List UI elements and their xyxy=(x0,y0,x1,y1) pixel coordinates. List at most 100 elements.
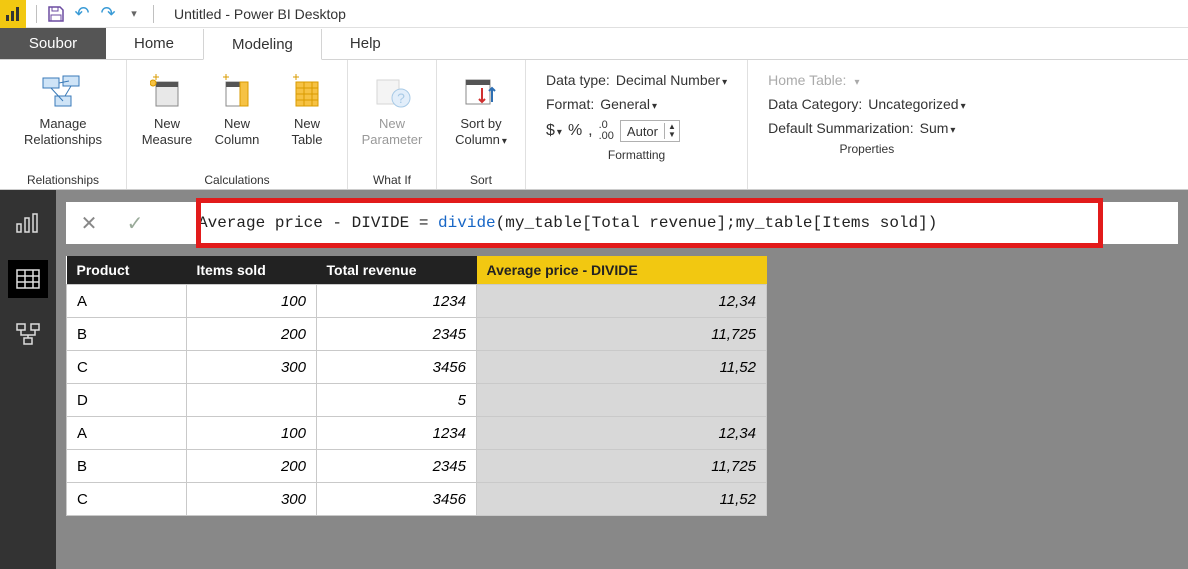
table-row[interactable]: A100123412,34 xyxy=(67,285,767,318)
tab-help[interactable]: Help xyxy=(322,28,410,59)
default-summarization-label: Default Summarization: xyxy=(768,120,914,136)
canvas: ✕ ✓ Average price - DIVIDE = divide(my_t… xyxy=(56,190,1188,569)
data-category-value: Uncategorized xyxy=(868,96,965,112)
cell-product[interactable]: B xyxy=(67,318,187,351)
cell-total-revenue[interactable]: 2345 xyxy=(317,318,477,351)
data-type-value: Decimal Number xyxy=(616,72,727,88)
table-row[interactable]: A100123412,34 xyxy=(67,417,767,450)
new-table-button[interactable]: New Table xyxy=(275,64,339,147)
formula-commit[interactable]: ✓ xyxy=(112,211,158,236)
cell-items-sold[interactable]: 100 xyxy=(187,417,317,450)
group-relationships-label: Relationships xyxy=(27,171,99,187)
new-column-button[interactable]: New Column xyxy=(205,64,269,147)
new-column-label: New Column xyxy=(215,116,260,147)
cell-items-sold[interactable]: 300 xyxy=(187,351,317,384)
nav-model-view[interactable] xyxy=(8,316,48,354)
formula-function: divide xyxy=(438,214,496,232)
col-header-total-revenue[interactable]: Total revenue xyxy=(317,256,477,285)
redo-button[interactable]: ↷ xyxy=(97,3,119,25)
data-type-dropdown[interactable]: Data type: Decimal Number xyxy=(546,72,727,88)
manage-relationships-button[interactable]: Manage Relationships xyxy=(8,64,118,147)
format-value: General xyxy=(600,96,657,112)
save-button[interactable] xyxy=(45,3,67,25)
data-type-label: Data type: xyxy=(546,72,610,88)
cell-average-price[interactable]: 11,725 xyxy=(477,318,767,351)
table-row[interactable]: B200234511,725 xyxy=(67,318,767,351)
cell-product[interactable]: C xyxy=(67,351,187,384)
decimals-icon[interactable]: .0.00 xyxy=(599,120,614,142)
spinner-down[interactable]: ▼ xyxy=(665,131,679,139)
cell-average-price[interactable]: 11,725 xyxy=(477,450,767,483)
tab-home[interactable]: Home xyxy=(106,28,203,59)
formula-bar-wrap: ✕ ✓ Average price - DIVIDE = divide(my_t… xyxy=(56,190,1188,256)
cell-average-price[interactable]: 11,52 xyxy=(477,483,767,516)
data-category-dropdown[interactable]: Data Category: Uncategorized xyxy=(768,96,965,112)
currency-button[interactable]: $ xyxy=(546,122,562,140)
ribbon: Manage Relationships Relationships New M… xyxy=(0,60,1188,190)
title-bar: ↶ ↷ ▾ Untitled - Power BI Desktop xyxy=(0,0,1188,28)
cell-average-price[interactable]: 12,34 xyxy=(477,417,767,450)
table-row[interactable]: C300345611,52 xyxy=(67,483,767,516)
cell-product[interactable]: A xyxy=(67,285,187,318)
new-parameter-label: New Parameter xyxy=(362,116,423,147)
table-row[interactable]: C300345611,52 xyxy=(67,351,767,384)
left-nav xyxy=(0,190,56,569)
formula-text[interactable]: Average price - DIVIDE = divide(my_table… xyxy=(158,214,937,232)
col-header-average-price[interactable]: Average price - DIVIDE xyxy=(477,256,767,285)
decimals-spinner[interactable]: Autor ▲▼ xyxy=(620,120,680,142)
cell-total-revenue[interactable]: 1234 xyxy=(317,285,477,318)
sort-icon xyxy=(462,70,500,114)
new-measure-label: New Measure xyxy=(142,116,193,147)
percent-button[interactable]: % xyxy=(568,122,582,140)
cell-average-price[interactable]: 12,34 xyxy=(477,285,767,318)
cell-total-revenue[interactable]: 3456 xyxy=(317,483,477,516)
formula-cancel[interactable]: ✕ xyxy=(66,211,112,236)
data-grid-wrap: Product Items sold Total revenue Average… xyxy=(56,256,1188,516)
nav-report-view[interactable] xyxy=(8,204,48,242)
nav-data-view[interactable] xyxy=(8,260,48,298)
formula-bar[interactable]: ✕ ✓ Average price - DIVIDE = divide(my_t… xyxy=(66,202,1178,244)
file-menu[interactable]: Soubor xyxy=(0,28,106,59)
cell-total-revenue[interactable]: 5 xyxy=(317,384,477,417)
table-row[interactable]: B200234511,725 xyxy=(67,450,767,483)
undo-button[interactable]: ↶ xyxy=(71,3,93,25)
cell-average-price[interactable]: 11,52 xyxy=(477,351,767,384)
new-measure-button[interactable]: New Measure xyxy=(135,64,199,147)
cell-items-sold[interactable]: 300 xyxy=(187,483,317,516)
cell-product[interactable]: A xyxy=(67,417,187,450)
new-parameter-button: ? New Parameter xyxy=(356,64,428,147)
formula-prefix: Average price - DIVIDE = xyxy=(198,214,438,232)
data-category-label: Data Category: xyxy=(768,96,862,112)
cell-product[interactable]: D xyxy=(67,384,187,417)
col-header-items-sold[interactable]: Items sold xyxy=(187,256,317,285)
qat-customize[interactable]: ▾ xyxy=(123,3,145,25)
group-calculations: New Measure New Column New Table Calcula… xyxy=(127,60,348,189)
table-row[interactable]: D5 xyxy=(67,384,767,417)
thousands-button[interactable]: , xyxy=(588,122,592,140)
cell-items-sold[interactable]: 100 xyxy=(187,285,317,318)
new-table-label: New Table xyxy=(291,116,322,147)
sort-by-column-label: Sort by Column xyxy=(455,116,507,148)
cell-total-revenue[interactable]: 3456 xyxy=(317,351,477,384)
cell-product[interactable]: B xyxy=(67,450,187,483)
cell-items-sold[interactable] xyxy=(187,384,317,417)
cell-product[interactable]: C xyxy=(67,483,187,516)
default-summarization-dropdown[interactable]: Default Summarization: Sum xyxy=(768,120,965,136)
cell-total-revenue[interactable]: 1234 xyxy=(317,417,477,450)
group-whatif-label: What If xyxy=(373,171,411,187)
cell-average-price[interactable] xyxy=(477,384,767,417)
data-grid[interactable]: Product Items sold Total revenue Average… xyxy=(66,256,767,516)
workspace: ✕ ✓ Average price - DIVIDE = divide(my_t… xyxy=(0,190,1188,569)
window-title: Untitled - Power BI Desktop xyxy=(164,6,346,22)
data-grid-body: A100123412,34B200234511,725C300345611,52… xyxy=(67,285,767,516)
group-relationships: Manage Relationships Relationships xyxy=(0,60,127,189)
group-properties: Home Table: Data Category: Uncategorized… xyxy=(748,60,985,189)
format-dropdown[interactable]: Format: General xyxy=(546,96,727,112)
cell-items-sold[interactable]: 200 xyxy=(187,450,317,483)
col-header-product[interactable]: Product xyxy=(67,256,187,285)
cell-total-revenue[interactable]: 2345 xyxy=(317,450,477,483)
tab-modeling[interactable]: Modeling xyxy=(203,29,322,60)
cell-items-sold[interactable]: 200 xyxy=(187,318,317,351)
formula-args: (my_table[Total revenue];my_table[Items … xyxy=(496,214,938,232)
sort-by-column-button[interactable]: Sort by Column xyxy=(445,64,517,148)
